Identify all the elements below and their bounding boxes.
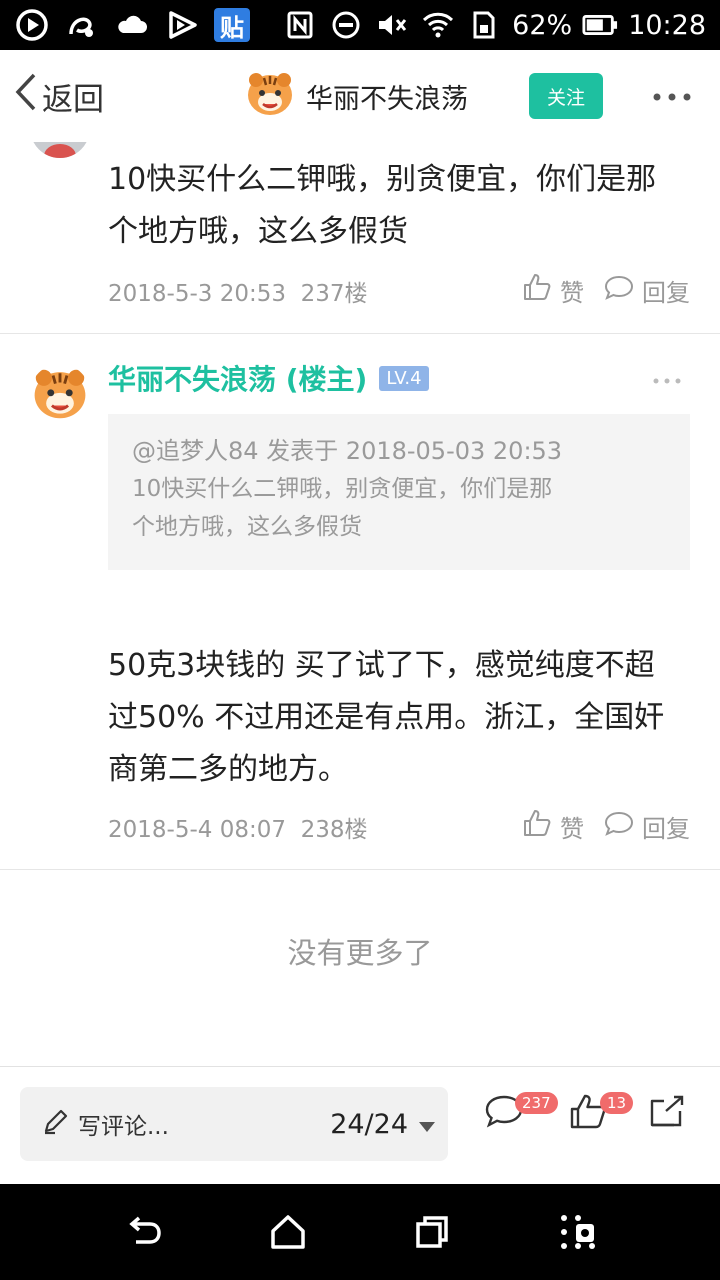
avatar[interactable] bbox=[30, 142, 90, 158]
no-more-label: 没有更多了 bbox=[287, 936, 433, 970]
quote-text-line: 10快买什么二钾哦，别贪便宜，你们是那 bbox=[132, 476, 553, 502]
post-floor: 237楼 bbox=[300, 281, 368, 307]
quote-text-line: 个地方哦，这么多假货 bbox=[132, 514, 362, 540]
status-bar: 贴 62% 10:28 bbox=[0, 0, 720, 50]
back-button[interactable]: 返回 bbox=[12, 72, 104, 120]
quote-header: @追梦人84 发表于 2018-05-03 20:53 bbox=[132, 437, 563, 465]
triangle-down-icon bbox=[418, 1109, 436, 1140]
bottom-action-bar: 写评论... 24/24 237 13 bbox=[0, 1066, 720, 1184]
more-dots-icon bbox=[652, 87, 692, 106]
uc-browser-icon bbox=[64, 7, 100, 43]
like-label: 赞 bbox=[560, 278, 584, 307]
like-count-badge: 13 bbox=[600, 1092, 634, 1114]
post-text-line: 10快买什么二钾哦，别贪便宜，你们是那 bbox=[108, 162, 657, 197]
author-row: 华丽不失浪荡 (楼主) LV.4 bbox=[108, 358, 429, 398]
nfc-icon bbox=[282, 7, 318, 43]
battery-percent: 62% bbox=[512, 9, 573, 41]
post-text-line: 50克3块钱的 买了试了下，感觉纯度不超 bbox=[108, 648, 655, 683]
avatar[interactable] bbox=[30, 364, 90, 424]
post-actions: 赞 回复 bbox=[522, 808, 690, 844]
reply-post: 华丽不失浪荡 (楼主) LV.4 @追梦人84 发表于 2018-05-03 2… bbox=[0, 334, 720, 870]
mute-icon bbox=[374, 7, 410, 43]
page-selector[interactable]: 24/24 bbox=[330, 1087, 436, 1161]
system-recents-button[interactable] bbox=[412, 1212, 452, 1252]
post-text: 50克3块钱的 买了试了下，感觉纯度不超 过50% 不过用还是有点用。浙江，全国… bbox=[108, 640, 698, 796]
post-divider bbox=[0, 869, 720, 870]
back-label: 返回 bbox=[42, 81, 104, 118]
post-time: 2018-5-4 08:07 bbox=[108, 817, 286, 843]
tieba-icon: 贴 bbox=[214, 8, 250, 42]
reply-button[interactable]: 回复 bbox=[604, 809, 690, 844]
author-name[interactable]: 华丽不失浪荡 (楼主) bbox=[108, 358, 367, 398]
forum-header[interactable]: 华丽不失浪荡 bbox=[244, 70, 468, 122]
forum-title: 华丽不失浪荡 bbox=[306, 83, 468, 115]
system-menu-button[interactable] bbox=[558, 1212, 598, 1252]
top-nav: 返回 华丽不失浪荡 关注 bbox=[0, 50, 720, 142]
quoted-reply[interactable]: @追梦人84 发表于 2018-05-03 20:53 10快买什么二钾哦，别贪… bbox=[108, 414, 690, 570]
follow-button[interactable]: 关注 bbox=[529, 73, 603, 119]
video-play-icon bbox=[164, 7, 200, 43]
reply-post: 10快买什么二钾哦，别贪便宜，你们是那 个地方哦，这么多假货 2018-5-3 … bbox=[0, 142, 720, 334]
like-label: 赞 bbox=[560, 814, 584, 843]
clock: 10:28 bbox=[628, 9, 706, 41]
reply-label: 回复 bbox=[642, 278, 690, 307]
post-text: 10快买什么二钾哦，别贪便宜，你们是那 个地方哦，这么多假货 bbox=[108, 154, 698, 258]
comment-input-left: 写评论... bbox=[42, 1087, 169, 1161]
sim-icon bbox=[466, 7, 502, 43]
comment-bubble-icon bbox=[604, 273, 634, 307]
post-meta: 2018-5-4 08:07 238楼 bbox=[108, 810, 368, 844]
more-options-button[interactable] bbox=[650, 80, 694, 112]
comment-placeholder: 写评论... bbox=[78, 1114, 169, 1140]
post-text-line: 商第二多的地方。 bbox=[108, 752, 348, 787]
like-button[interactable]: 赞 bbox=[522, 272, 584, 308]
system-home-button[interactable] bbox=[268, 1212, 308, 1252]
thumbs-up-icon bbox=[522, 808, 552, 844]
post-meta: 2018-5-3 20:53 237楼 bbox=[108, 274, 368, 308]
chevron-left-icon bbox=[12, 72, 38, 120]
post-floor: 238楼 bbox=[300, 817, 368, 843]
play-circle-icon bbox=[14, 7, 50, 43]
post-text-line: 过50% 不过用还是有点用。浙江，全国奸 bbox=[108, 700, 665, 735]
page-indicator: 24/24 bbox=[330, 1108, 408, 1140]
share-button[interactable] bbox=[644, 1089, 688, 1133]
comment-input[interactable]: 写评论... 24/24 bbox=[20, 1087, 448, 1161]
battery-icon bbox=[582, 7, 618, 43]
tiger-avatar-icon bbox=[244, 68, 296, 124]
post-text-line: 个地方哦，这么多假货 bbox=[108, 214, 408, 249]
more-dots-icon bbox=[652, 370, 682, 389]
thumbs-up-icon bbox=[522, 272, 552, 308]
wifi-icon bbox=[420, 7, 456, 43]
pencil-icon bbox=[42, 1107, 70, 1141]
reply-button[interactable]: 回复 bbox=[604, 273, 690, 308]
post-more-button[interactable] bbox=[652, 370, 682, 389]
like-button[interactable]: 赞 bbox=[522, 808, 584, 844]
system-back-button[interactable] bbox=[124, 1212, 164, 1252]
comment-bubble-icon bbox=[604, 809, 634, 843]
comment-count-badge: 237 bbox=[515, 1092, 558, 1114]
reply-label: 回复 bbox=[642, 814, 690, 843]
do-not-disturb-icon bbox=[328, 7, 364, 43]
post-time: 2018-5-3 20:53 bbox=[108, 281, 286, 307]
cloud-icon bbox=[114, 7, 150, 43]
system-nav-bar bbox=[0, 1184, 720, 1280]
level-badge: LV.4 bbox=[379, 365, 429, 391]
reply-list[interactable]: 10快买什么二钾哦，别贪便宜，你们是那 个地方哦，这么多假货 2018-5-3 … bbox=[0, 142, 720, 1066]
post-actions: 赞 回复 bbox=[522, 272, 690, 308]
